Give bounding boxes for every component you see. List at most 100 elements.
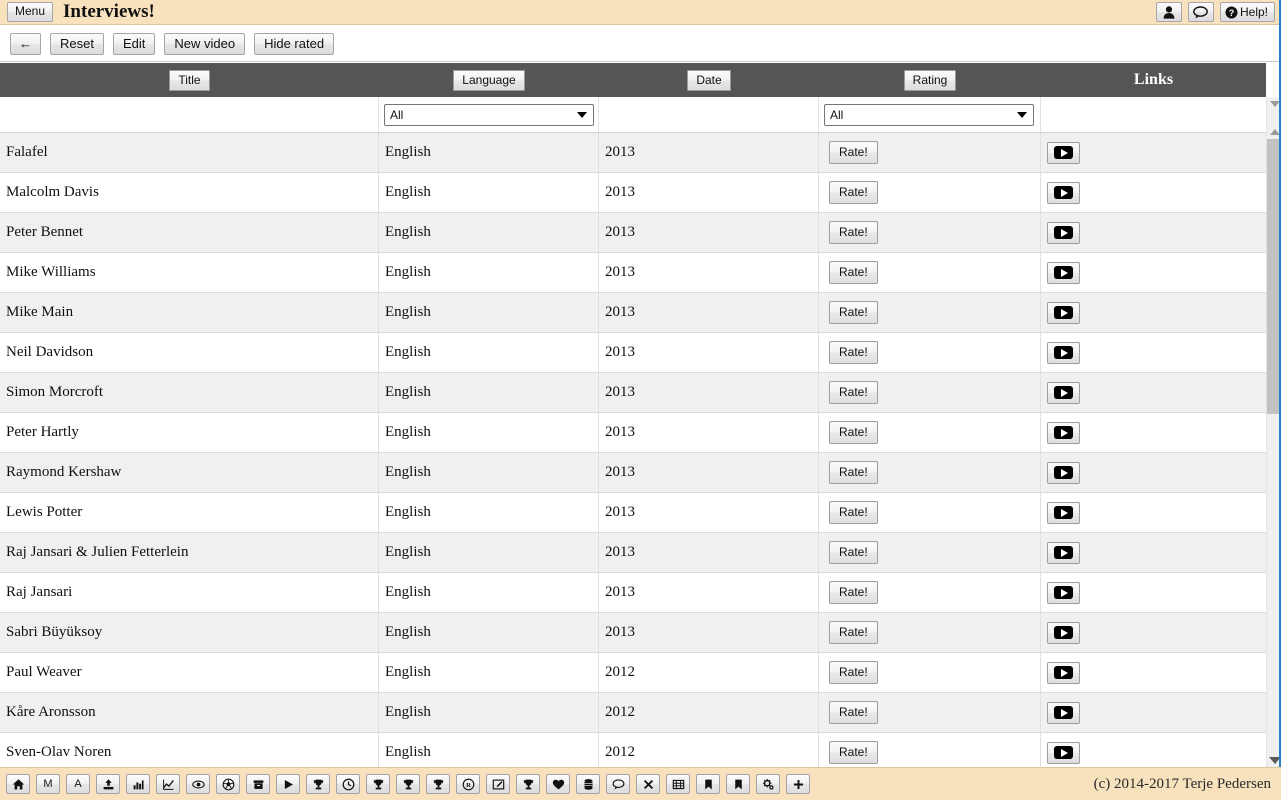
cell-rating: Rate!: [819, 213, 1041, 252]
rate-button[interactable]: Rate!: [829, 661, 878, 684]
back-button[interactable]: ←: [10, 32, 41, 55]
new-video-button[interactable]: New video: [164, 32, 246, 55]
youtube-link-button[interactable]: [1047, 141, 1080, 164]
plus-icon[interactable]: [786, 774, 810, 794]
cell-rating: Rate!: [819, 573, 1041, 612]
trophy-icon-2[interactable]: [366, 774, 390, 794]
person-icon[interactable]: [1155, 2, 1182, 22]
trophy-icon-1[interactable]: [306, 774, 330, 794]
cell-date: 2013: [599, 573, 819, 612]
list-stack-icon[interactable]: [576, 774, 600, 794]
table-row[interactable]: Raj Jansari English 2013 Rate!: [0, 573, 1266, 613]
sort-by-language-button[interactable]: Language: [453, 69, 525, 91]
trophy-icon-5[interactable]: [516, 774, 540, 794]
rate-button[interactable]: Rate!: [829, 181, 878, 204]
youtube-link-button[interactable]: [1047, 661, 1080, 684]
rate-button[interactable]: Rate!: [829, 701, 878, 724]
reset-button[interactable]: Reset: [50, 32, 104, 55]
youtube-link-button[interactable]: [1047, 741, 1080, 764]
cell-language: English: [379, 613, 599, 652]
speech-bubble-icon[interactable]: [1187, 2, 1214, 22]
table-row[interactable]: Sabri Büyüksoy English 2013 Rate!: [0, 613, 1266, 653]
rate-button[interactable]: Rate!: [829, 141, 878, 164]
rate-button[interactable]: Rate!: [829, 541, 878, 564]
registered-icon[interactable]: R: [456, 774, 480, 794]
table-row[interactable]: Malcolm Davis English 2013 Rate!: [0, 173, 1266, 213]
rate-button[interactable]: Rate!: [829, 581, 878, 604]
rating-filter-select[interactable]: All: [824, 103, 1034, 126]
youtube-link-button[interactable]: [1047, 381, 1080, 404]
table-row[interactable]: Peter Bennet English 2013 Rate!: [0, 213, 1266, 253]
heart-icon[interactable]: [546, 774, 570, 794]
table-row[interactable]: Peter Hartly English 2013 Rate!: [0, 413, 1266, 453]
bookmark-icon-1[interactable]: [696, 774, 720, 794]
youtube-link-button[interactable]: [1047, 261, 1080, 284]
upload-icon[interactable]: [96, 774, 120, 794]
letter-a-icon[interactable]: A: [66, 774, 90, 794]
rate-button[interactable]: Rate!: [829, 341, 878, 364]
youtube-link-button[interactable]: [1047, 181, 1080, 204]
sort-by-title-button[interactable]: Title: [169, 69, 210, 91]
menu-button[interactable]: Menu: [7, 2, 54, 22]
youtube-play-icon: [1054, 506, 1073, 519]
trophy-icon-3[interactable]: [396, 774, 420, 794]
youtube-link-button[interactable]: [1047, 461, 1080, 484]
youtube-link-button[interactable]: [1047, 221, 1080, 244]
table-row[interactable]: Kåre Aronsson English 2012 Rate!: [0, 693, 1266, 733]
youtube-link-button[interactable]: [1047, 701, 1080, 724]
table-row[interactable]: Paul Weaver English 2012 Rate!: [0, 653, 1266, 693]
trophy-icon-4[interactable]: [426, 774, 450, 794]
video-table-body[interactable]: Falafel English 2013 Rate! Malcolm Davis Engl…: [0, 133, 1266, 767]
help-button[interactable]: ? Help!: [1219, 2, 1275, 22]
comment-icon[interactable]: [606, 774, 630, 794]
sort-by-rating-button[interactable]: Rating: [903, 69, 957, 91]
clock-icon[interactable]: [336, 774, 360, 794]
film-icon[interactable]: [666, 774, 690, 794]
rate-button[interactable]: Rate!: [829, 741, 878, 764]
hide-rated-button[interactable]: Hide rated: [254, 32, 335, 55]
close-x-icon[interactable]: [636, 774, 660, 794]
table-row[interactable]: Mike Williams English 2013 Rate!: [0, 253, 1266, 293]
youtube-link-button[interactable]: [1047, 421, 1080, 444]
table-row[interactable]: Raymond Kershaw English 2013 Rate!: [0, 453, 1266, 493]
rate-button[interactable]: Rate!: [829, 501, 878, 524]
soccer-ball-icon[interactable]: [216, 774, 240, 794]
gears-icon[interactable]: [756, 774, 780, 794]
cell-language: English: [379, 173, 599, 212]
line-chart-icon[interactable]: [156, 774, 180, 794]
home-icon[interactable]: [6, 774, 30, 794]
table-row[interactable]: Simon Morcroft English 2013 Rate!: [0, 373, 1266, 413]
rate-button[interactable]: Rate!: [829, 221, 878, 244]
cell-date: 2013: [599, 453, 819, 492]
youtube-link-button[interactable]: [1047, 341, 1080, 364]
youtube-link-button[interactable]: [1047, 541, 1080, 564]
rate-button[interactable]: Rate!: [829, 461, 878, 484]
rate-button[interactable]: Rate!: [829, 621, 878, 644]
rate-button[interactable]: Rate!: [829, 261, 878, 284]
rate-button[interactable]: Rate!: [829, 381, 878, 404]
play-icon[interactable]: [276, 774, 300, 794]
bar-chart-icon[interactable]: [126, 774, 150, 794]
youtube-link-button[interactable]: [1047, 581, 1080, 604]
archive-icon[interactable]: [246, 774, 270, 794]
youtube-link-button[interactable]: [1047, 301, 1080, 324]
sort-by-date-button[interactable]: Date: [687, 69, 731, 91]
youtube-link-button[interactable]: [1047, 501, 1080, 524]
letter-m-icon[interactable]: M: [36, 774, 60, 794]
edit-pencil-icon[interactable]: [486, 774, 510, 794]
youtube-link-button[interactable]: [1047, 621, 1080, 644]
table-row[interactable]: Neil Davidson English 2013 Rate!: [0, 333, 1266, 373]
bookmark-icon-2[interactable]: [726, 774, 750, 794]
table-row[interactable]: Raj Jansari & Julien Fetterlein English 20…: [0, 533, 1266, 573]
cell-links: [1041, 653, 1266, 692]
eye-icon[interactable]: [186, 774, 210, 794]
rate-button[interactable]: Rate!: [829, 301, 878, 324]
edit-button[interactable]: Edit: [112, 32, 156, 55]
language-filter-select[interactable]: All: [384, 103, 594, 126]
table-row[interactable]: Mike Main English 2013 Rate!: [0, 293, 1266, 333]
table-row[interactable]: Falafel English 2013 Rate!: [0, 133, 1266, 173]
table-row[interactable]: Lewis Potter English 2013 Rate!: [0, 493, 1266, 533]
table-row[interactable]: Sven-Olav Noren English 2012 Rate!: [0, 733, 1266, 767]
youtube-play-icon: [1054, 186, 1073, 199]
rate-button[interactable]: Rate!: [829, 421, 878, 444]
